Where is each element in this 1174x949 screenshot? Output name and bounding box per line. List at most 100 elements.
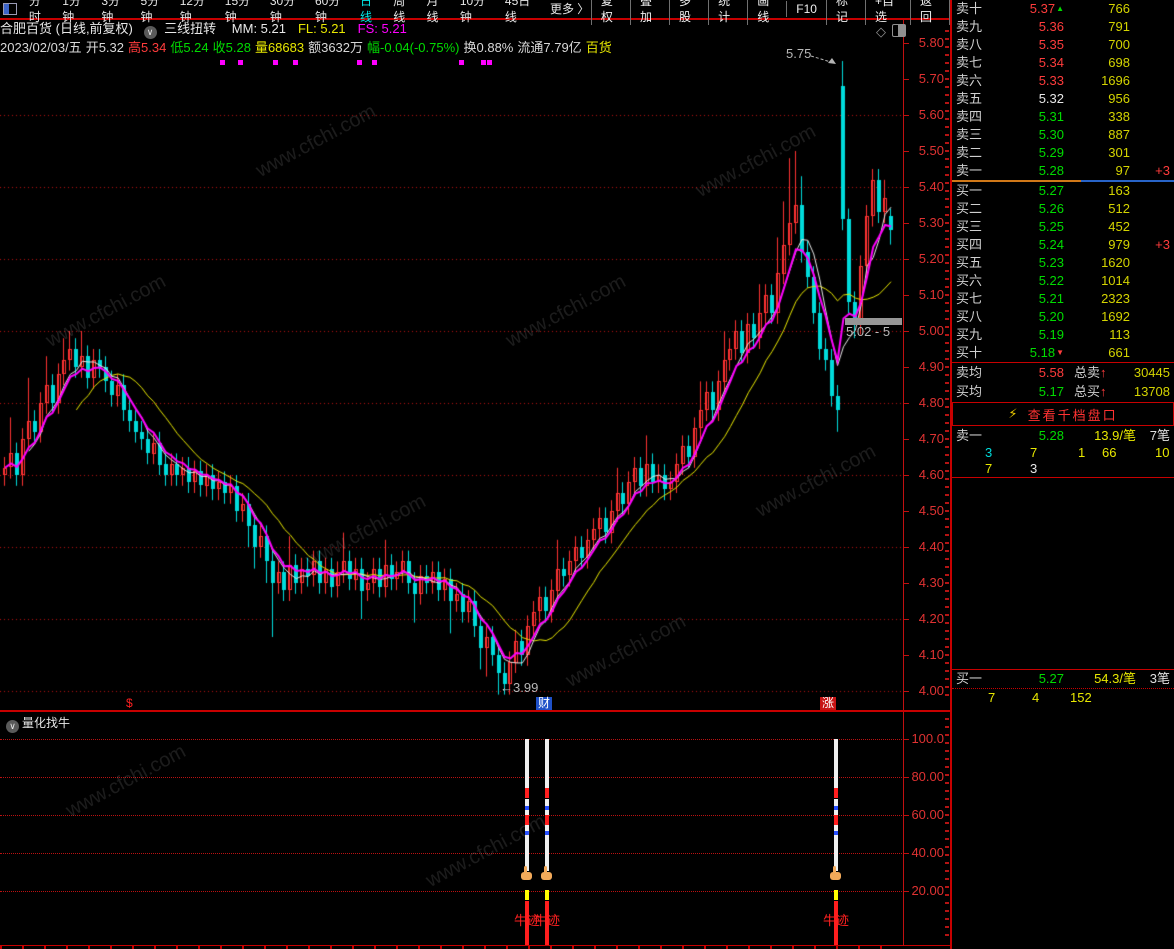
axis-label: 5.30: [918, 215, 944, 230]
period-tab[interactable]: 月线: [421, 0, 454, 25]
order-book-row[interactable]: 卖九 5.36 791: [952, 18, 1174, 36]
order-book-row[interactable]: 买二 5.26 512: [952, 200, 1174, 218]
info-field: 2023/02/03/五: [0, 40, 82, 55]
order-book-row[interactable]: 买一 5.27 163: [952, 182, 1174, 200]
order-book-row[interactable]: 卖二 5.29 301: [952, 144, 1174, 162]
per-trade-volume: 13.9/笔: [1094, 428, 1136, 443]
signal-dot-icon: [459, 60, 464, 65]
period-tab[interactable]: 30分钟: [264, 0, 309, 25]
period-tab[interactable]: 日线: [354, 0, 387, 25]
buy-one-detail: 买一 5.27 54.3/笔 3笔: [952, 670, 1174, 688]
order-book-row[interactable]: 卖五 5.32 956: [952, 90, 1174, 108]
event-marker[interactable]: 涨: [820, 697, 837, 710]
toolbar-button[interactable]: 复权: [590, 0, 630, 25]
order-book-row[interactable]: 卖四 5.31 338: [952, 108, 1174, 126]
toolbar-button[interactable]: 标记: [825, 0, 865, 25]
toolbar-button[interactable]: 多股: [669, 0, 708, 25]
queue-row: 3 7 1 66 10: [952, 445, 1174, 461]
period-tab[interactable]: 分时: [23, 0, 56, 25]
sub-gridline: [0, 853, 902, 854]
period-tab[interactable]: 5分钟: [135, 0, 174, 25]
level-volume: 661: [1108, 345, 1130, 360]
order-book-row[interactable]: 买九 5.19 113: [952, 326, 1174, 344]
order-book-row[interactable]: 买八 5.20 1692: [952, 308, 1174, 326]
view-level2-button[interactable]: ⚡ 查看千档盘口: [952, 402, 1174, 426]
level-price: 5.35: [1038, 37, 1064, 52]
average-row: 卖均 5.58 总卖 ↑ 30445: [952, 363, 1174, 382]
order-book-row[interactable]: 卖八 5.35 700: [952, 36, 1174, 54]
axis-label: 80.00: [911, 769, 944, 784]
level-price: 5.20: [1038, 309, 1064, 324]
axis-label: 5.80: [918, 35, 944, 50]
level-price: 5.31: [1038, 109, 1064, 124]
queue-number: 7: [985, 461, 993, 476]
diamond-icon[interactable]: ◇: [876, 24, 886, 39]
hand-icon: [520, 866, 534, 882]
order-book-row[interactable]: 卖十 5.37▲ 766: [952, 0, 1174, 18]
level-price: 5.30: [1038, 127, 1064, 142]
toolbar-button[interactable]: 统计: [708, 0, 747, 25]
level-volume: 1696: [1101, 73, 1130, 88]
queue-row: 73: [952, 461, 1174, 477]
order-book-panel: 卖十 5.37▲ 766 卖九 5.36 791 卖八 5.35 700 卖七 5.34 698 卖六 5…: [952, 0, 1174, 949]
sell-one-detail: 卖一 5.28 13.9/笔 7笔: [952, 427, 1174, 445]
level-volume: 1620: [1101, 255, 1130, 270]
period-tab[interactable]: 45日线: [499, 0, 544, 25]
period-tab[interactable]: 更多 〉: [544, 1, 591, 17]
level-extra: +3: [1155, 237, 1170, 252]
total-label: 总买: [1074, 384, 1101, 399]
info-field: 百货: [585, 40, 612, 55]
chevron-down-icon[interactable]: ∨: [6, 720, 19, 733]
toolbar-button[interactable]: 叠加: [629, 0, 669, 25]
avg-price: 5.17: [1038, 384, 1064, 399]
info-field: 高5.34: [128, 40, 167, 55]
period-tab[interactable]: 3分钟: [95, 0, 134, 25]
order-book-row[interactable]: 买六 5.22 1014: [952, 272, 1174, 290]
order-book-row[interactable]: 卖一 5.28 97 +3: [952, 162, 1174, 180]
info-field: 换0.88%: [463, 40, 514, 55]
axis-label: 5.50: [918, 143, 944, 158]
toolbar-button[interactable]: F10: [786, 1, 826, 17]
signal-label: 牛迹: [534, 913, 561, 928]
period-tab[interactable]: 12分钟: [174, 0, 219, 25]
level-volume: 301: [1108, 145, 1130, 160]
period-tab[interactable]: 15分钟: [219, 0, 264, 25]
order-book-row[interactable]: 买四 5.24 979 +3: [952, 236, 1174, 254]
toolbar-button[interactable]: 返回: [909, 0, 951, 25]
event-marker[interactable]: 财: [536, 697, 553, 710]
order-book-row[interactable]: 买十 5.18▼ 661: [952, 344, 1174, 362]
axis-label: 4.40: [918, 539, 944, 554]
candlestick-chart[interactable]: [0, 18, 903, 711]
level-price: 5.37▲: [1029, 1, 1064, 16]
detail-label: 买一: [956, 671, 983, 686]
info-field: 流通7.79亿: [517, 40, 582, 55]
sub-chart-title: ∨ 量化找牛: [3, 714, 70, 733]
level-volume: 956: [1108, 91, 1130, 106]
level-price: 5.19: [1038, 327, 1064, 342]
period-tab[interactable]: 1分钟: [56, 0, 95, 25]
level-label: 买七: [956, 291, 983, 306]
order-book-row[interactable]: 买三 5.25 452: [952, 218, 1174, 236]
panel-toggle-icon[interactable]: [892, 24, 906, 37]
axis-label: 4.50: [918, 503, 944, 518]
layout-icon[interactable]: [3, 3, 17, 15]
level-label: 卖五: [956, 91, 983, 106]
order-book-row[interactable]: 卖七 5.34 698: [952, 54, 1174, 72]
average-rows: 卖均 5.58 总卖 ↑ 30445 买均 5.17 总买 ↑ 13708: [952, 363, 1174, 401]
lightning-icon: ⚡: [1008, 406, 1018, 421]
panel-separator[interactable]: [0, 710, 950, 712]
order-book-row[interactable]: 卖三 5.30 887: [952, 126, 1174, 144]
signal-pole-segment: [834, 815, 838, 825]
period-tab[interactable]: 周线: [387, 0, 420, 25]
period-tab[interactable]: 60分钟: [309, 0, 354, 25]
order-book-row[interactable]: 卖六 5.33 1696: [952, 72, 1174, 90]
order-book-row[interactable]: 买五 5.23 1620: [952, 254, 1174, 272]
sub-axis-minor-ticks: [945, 718, 949, 940]
order-book-row[interactable]: 买七 5.21 2323: [952, 290, 1174, 308]
sub-chart-panel: ∨ 量化找牛 100.0 80.00 60.00 40.00 20.00 牛迹 牛迹 牛迹: [0, 712, 950, 949]
event-marker[interactable]: $: [124, 697, 135, 710]
toolbar-button[interactable]: 画线: [747, 0, 786, 25]
level-label: 卖七: [956, 55, 983, 70]
toolbar-button[interactable]: +自选: [865, 0, 910, 25]
period-tab[interactable]: 10分钟: [454, 0, 499, 25]
